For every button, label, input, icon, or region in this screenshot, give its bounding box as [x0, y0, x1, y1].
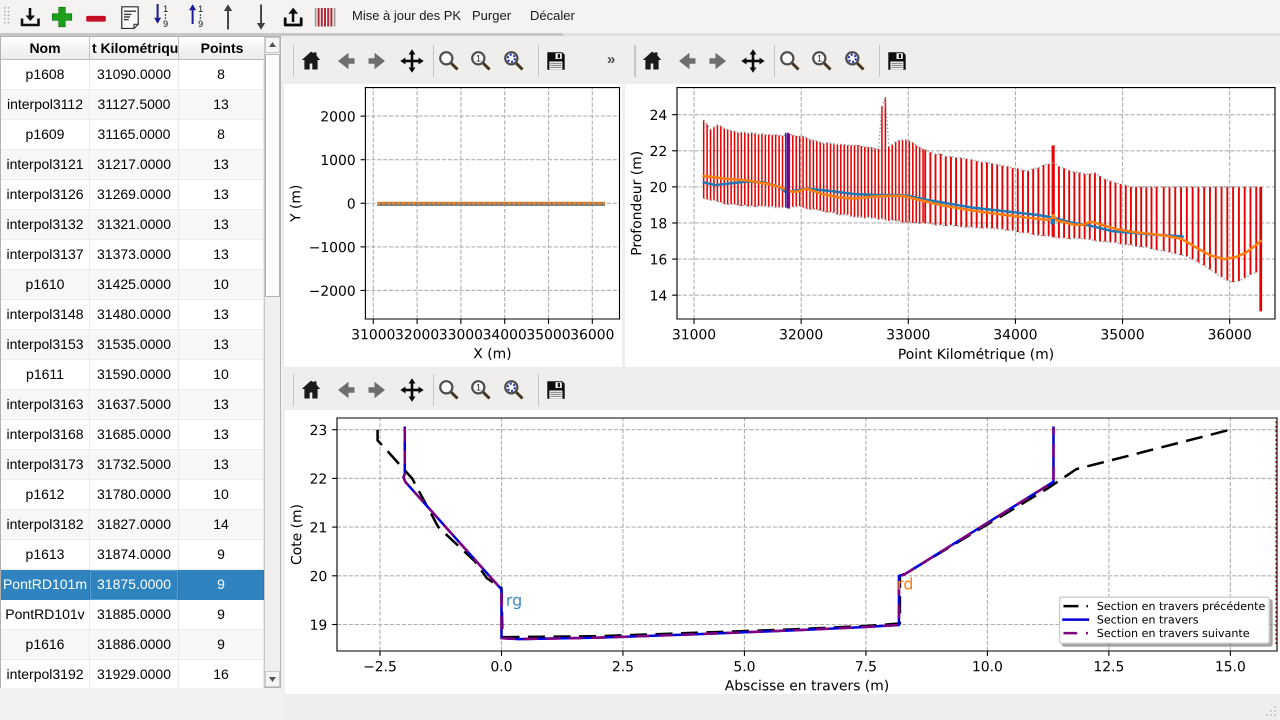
svg-text:9: 9	[198, 19, 203, 29]
svg-text:1: 1	[817, 54, 822, 64]
svg-text:1: 1	[476, 54, 481, 64]
svg-text:9: 9	[163, 19, 168, 29]
svg-text:1: 1	[163, 4, 168, 14]
svg-text:1: 1	[198, 4, 203, 14]
svg-text:1: 1	[476, 383, 481, 393]
